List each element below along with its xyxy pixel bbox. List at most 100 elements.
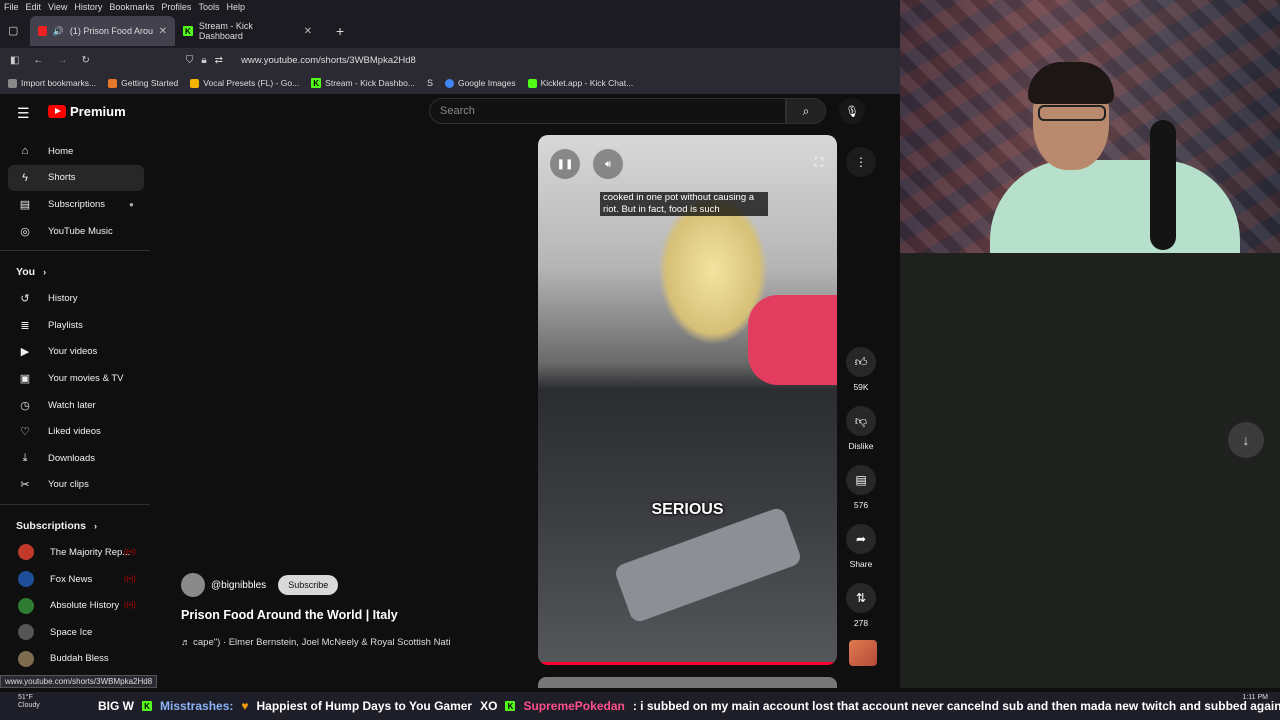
microphone [1150,120,1176,250]
bookmark-item[interactable]: Vocal Presets (FL) - Go... [190,78,299,88]
movies-icon: ▣ [19,372,31,385]
chevron-right-icon: › [43,267,47,278]
subscription-item[interactable]: Absolute History ((•)) [8,592,144,619]
sidebar-item-shorts[interactable]: ϟ Shorts [8,164,144,192]
channel-avatar [18,571,34,588]
menu-history[interactable]: History [74,2,102,12]
pause-icon: ❚❚ [556,158,574,170]
speaker-icon[interactable]: 🔊 [53,26,64,37]
next-short-preview[interactable] [538,677,837,688]
tab-list-icon[interactable]: ▢ [8,24,18,37]
youtube-logo[interactable]: Premium [48,104,126,119]
bookmark-label: Stream - Kick Dashbo... [325,78,415,88]
subscriptions-section-title[interactable]: Subscriptions › [8,513,158,539]
weather-temp: 51°F [18,694,33,701]
subscription-item[interactable]: Space Ice [8,619,144,646]
comments-button[interactable]: ▤ 576 [845,465,877,510]
pause-button[interactable]: ❚❚ [550,149,580,179]
channel-name[interactable]: @bignibbles [211,580,266,591]
close-tab-icon[interactable]: ✕ [159,26,167,37]
video-title[interactable]: Prison Food Around the World | Italy [181,608,398,622]
bookmark-item[interactable]: Getting Started [108,78,178,88]
search-input[interactable]: Search [429,98,786,124]
dislike-button[interactable]: 👎︎ Dislike [845,406,877,451]
lock-icon[interactable]: 🔒︎ [201,55,206,66]
menu-bookmarks[interactable]: Bookmarks [109,2,154,12]
bookmark-item[interactable]: Kicklet.app - Kick Chat... [527,78,633,88]
ticker-username: Misstrashes: [160,699,234,713]
new-tab-icon[interactable]: + [320,23,344,39]
forward-icon[interactable]: → [57,55,67,66]
reload-icon[interactable]: ↻ [81,55,89,66]
remix-button[interactable]: ⇅ 278 [845,583,877,628]
search-placeholder: Search [440,105,475,117]
tab-kick[interactable]: K Stream - Kick Dashboard ✕ [175,16,320,46]
sidebar-item-movies[interactable]: ▣ Your movies & TV [8,365,144,392]
sidebar-toggle-icon[interactable]: ◧ [10,55,19,66]
tab-youtube[interactable]: 🔊 (1) Prison Food Around the ✕ [30,16,175,46]
firefox-icon [108,78,118,88]
menu-help[interactable]: Help [226,2,245,12]
sidebar-item-liked[interactable]: ♡ Liked videos [8,418,144,445]
address-bar[interactable]: www.youtube.com/shorts/3WBMpka2Hd8 [241,55,416,66]
sidebar-item-downloads[interactable]: ⤓ Downloads [8,445,144,472]
menu-edit[interactable]: Edit [26,2,42,12]
share-icon: ➦ [846,524,876,554]
bookmark-item[interactable]: S [427,78,433,88]
voice-search-button[interactable]: 🎙︎ [839,98,865,124]
sidebar-item-subscriptions[interactable]: ▤ Subscriptions ● [8,191,144,218]
subscription-item[interactable]: Buddah Bless [8,646,144,673]
clock-icon: ◷ [20,399,30,412]
system-clock[interactable]: 1:11 PM [1242,694,1268,701]
sidebar-item-watch-later[interactable]: ◷ Watch later [8,392,144,419]
menu-profiles[interactable]: Profiles [161,2,191,12]
sidebar-item-label: Absolute History [50,600,120,612]
bookmark-item[interactable]: K Stream - Kick Dashbo... [311,78,415,88]
sidebar-item-your-videos[interactable]: ▶ Your videos [8,339,144,366]
menu-icon[interactable]: ☰ [17,105,30,122]
share-button[interactable]: ➦ Share [845,524,877,569]
bookmark-item[interactable]: Google Images [444,78,516,88]
tab-label: (1) Prison Food Around the [69,26,153,36]
close-tab-icon[interactable]: ✕ [304,26,312,37]
bookmark-label: Getting Started [121,78,179,88]
subscription-item[interactable]: The Majority Rep... ((•)) [8,539,144,566]
kicklet-icon [527,78,537,88]
taskbar-ticker: BIG W K Misstrashes: ♥ Happiest of Hump … [0,692,1280,720]
shorts-video-player[interactable]: ❚❚ 🔊︎ ⛶ cooked in one pot without causin… [538,135,837,665]
sidebar-item-playlists[interactable]: ≣ Playlists [8,312,144,339]
menu-view[interactable]: View [48,2,67,12]
sidebar-item-label: Your movies & TV [48,372,124,384]
bookmark-item[interactable]: Import bookmarks... [8,78,96,88]
youtube-favicon-icon [38,26,47,36]
sidebar-item-clips[interactable]: ✂ Your clips [8,472,144,499]
video-progress-bar[interactable] [538,662,837,665]
fullscreen-icon[interactable]: ⛶ [815,155,823,170]
shield-icon[interactable]: ⛉ [186,55,194,66]
live-icon: ((•)) [124,575,136,583]
sidebar-item-label: Your clips [48,479,89,491]
dislike-label: Dislike [848,441,874,451]
menu-tools[interactable]: Tools [198,2,219,12]
like-button[interactable]: 👍︎ 59K [845,347,877,392]
music-credit-text: cape") · Elmer Bernstein, Joel McNeely &… [193,637,451,648]
back-icon[interactable]: ← [33,55,43,66]
more-options-button[interactable]: ⋮ [845,147,877,177]
sidebar-item-label: Buddah Bless [50,653,109,665]
you-section-title[interactable]: You › [8,259,158,285]
subscribe-button[interactable]: Subscribe [278,575,339,595]
sidebar-item-music[interactable]: ◎ YouTube Music [8,218,144,245]
divider [0,250,150,252]
channel-avatar[interactable] [181,573,205,597]
music-credit[interactable]: ♬ cape") · Elmer Bernstein, Joel McNeely… [181,637,481,648]
sidebar-item-history[interactable]: ↺ History [8,285,144,312]
scroll-down-button[interactable]: ↓ [1228,422,1264,458]
weather-widget[interactable]: 51°F Cloudy [18,694,40,710]
subscription-item[interactable]: Fox News ((•)) [8,566,144,593]
permissions-icon[interactable]: ⇄ [215,55,223,66]
menu-file[interactable]: File [4,2,19,12]
search-button[interactable]: ⌕ [786,98,826,124]
sidebar-item-home[interactable]: ⌂ Home [8,138,144,165]
sound-thumbnail-button[interactable] [847,640,879,666]
volume-button[interactable]: 🔊︎ [593,149,623,179]
